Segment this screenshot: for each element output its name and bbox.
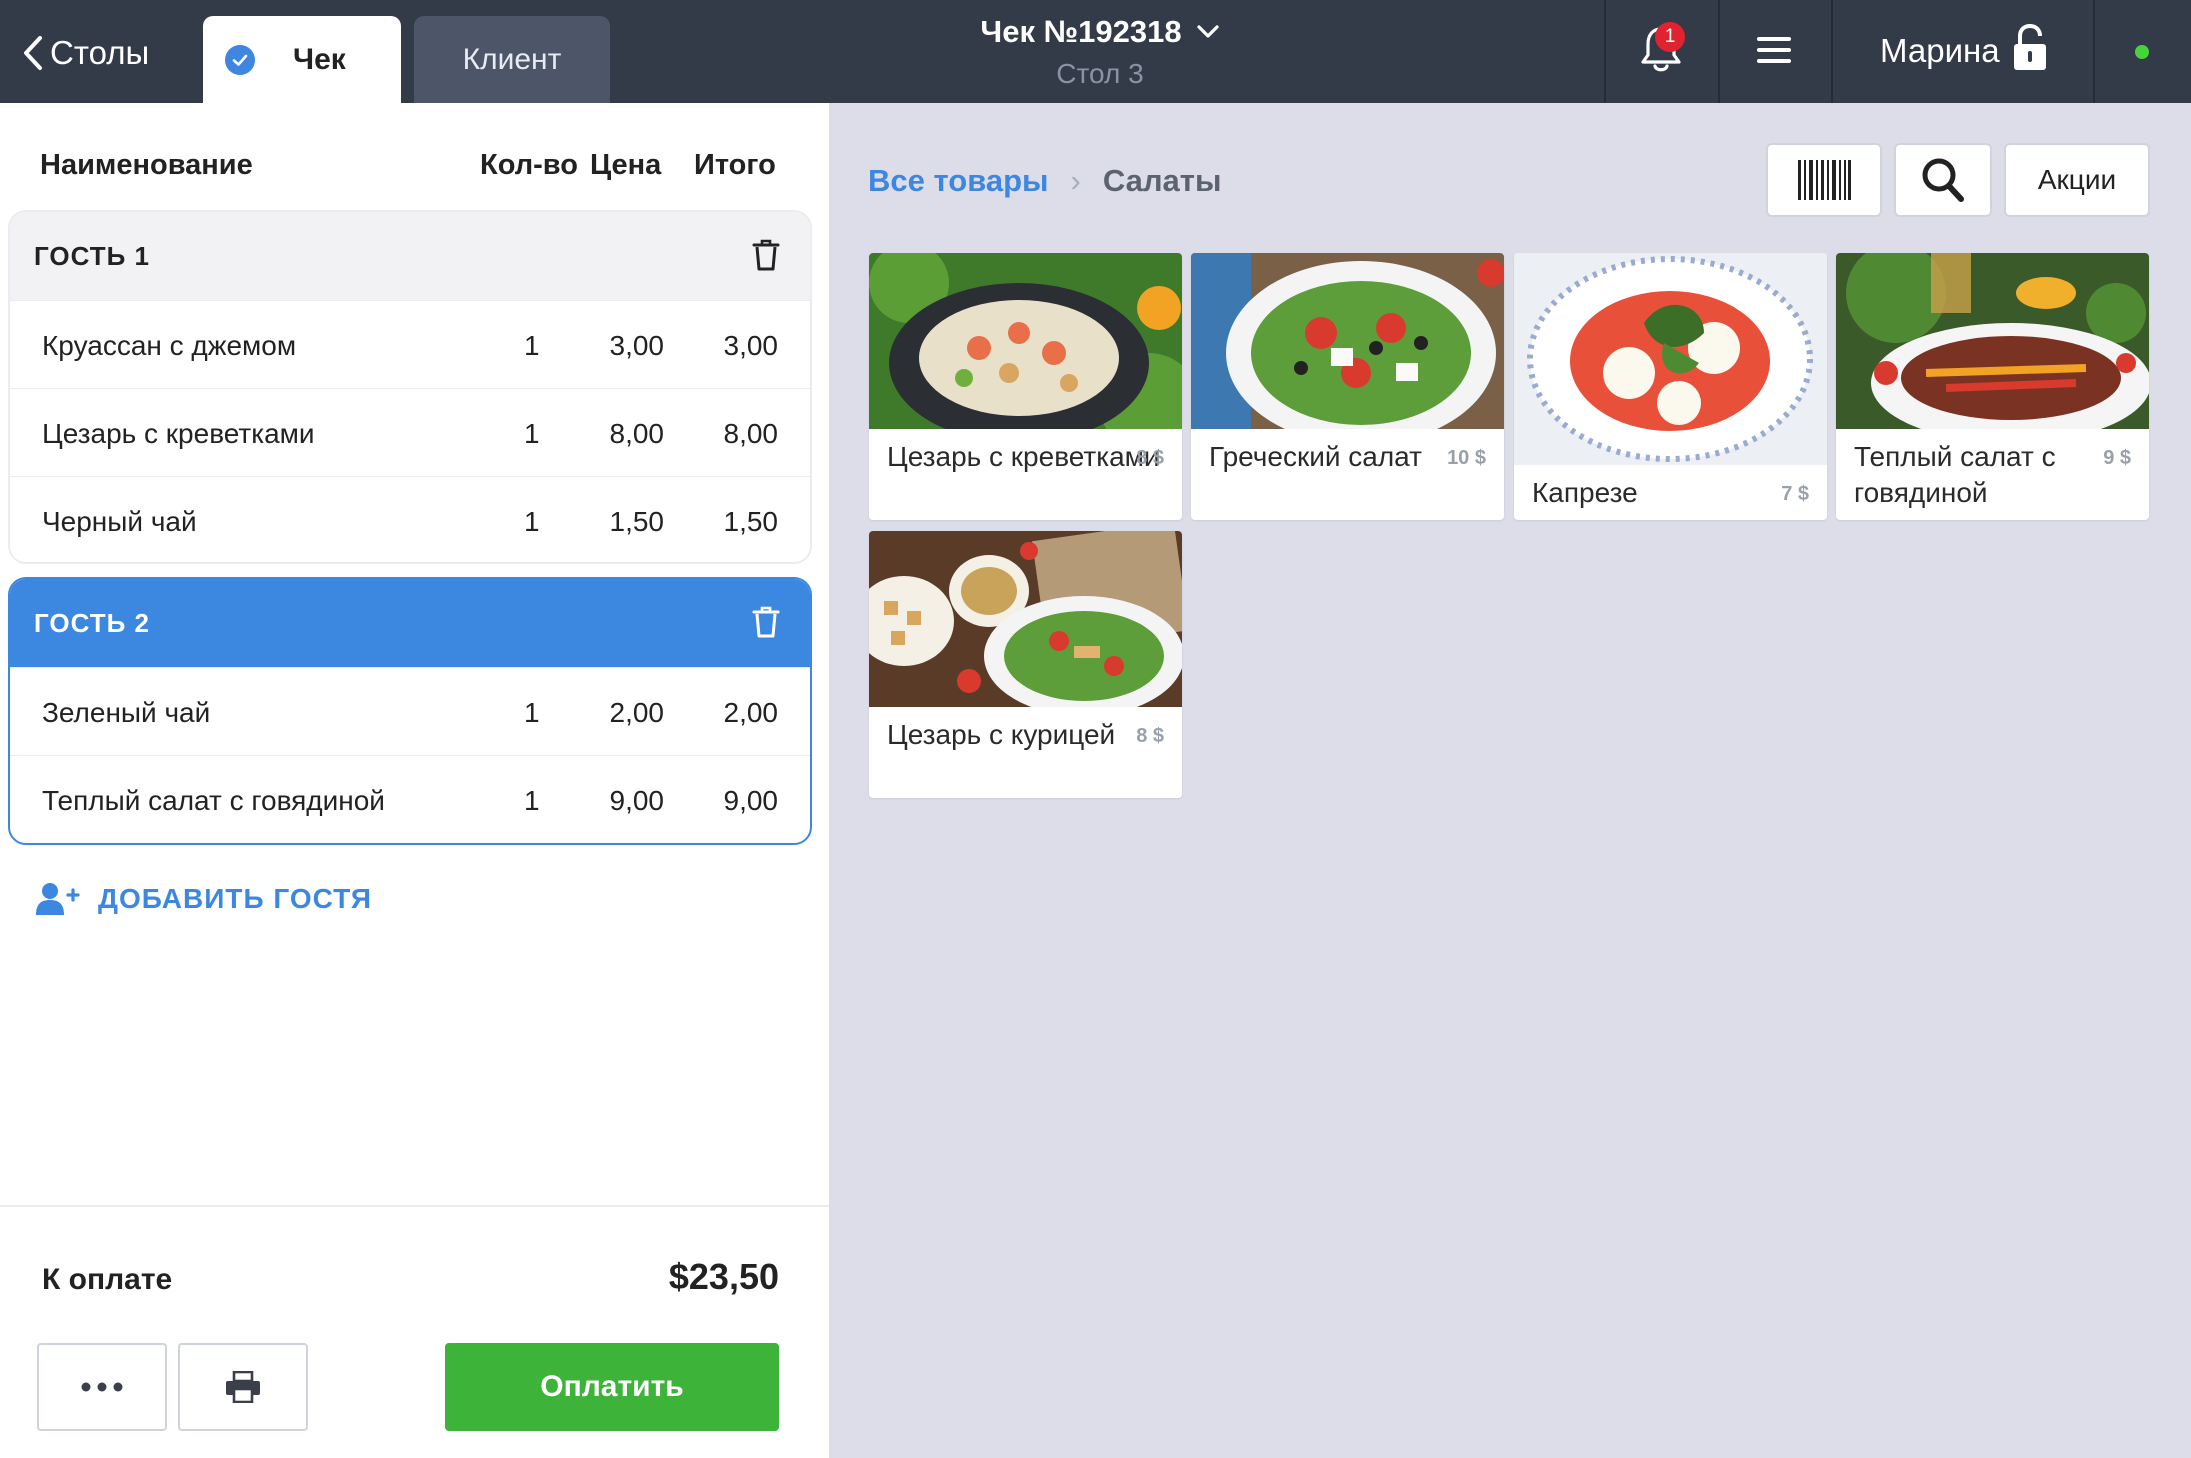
search-icon [1922,158,1964,202]
order-row[interactable]: Цезарь с креветками 1 8,00 8,00 [10,388,810,476]
add-guest-label: ДОБАВИТЬ ГОСТЯ [98,883,373,914]
item-name: Теплый салат с говядиной [42,785,385,816]
tab-client[interactable]: Клиент [414,16,610,103]
check-title-dropdown[interactable]: Чек №192318 Стол 3 [900,14,1300,90]
order-row[interactable]: Черный чай 1 1,50 1,50 [10,476,810,562]
product-image [869,531,1182,716]
guest-group-1[interactable]: ГОСТЬ 1 Круассан с джемом 1 3,00 3,00 Це… [8,210,812,564]
more-options-button[interactable] [37,1343,167,1431]
item-name: Черный чай [42,506,197,537]
guest-label: ГОСТЬ 1 [34,240,151,271]
pay-button[interactable]: Оплатить [445,1343,779,1431]
product-image [1836,253,2149,443]
column-header-price: Цена [590,149,662,181]
check-circle-icon [225,45,255,75]
chevron-left-icon [24,36,42,70]
back-to-tables-button[interactable]: Столы [22,30,149,76]
to-pay-total: $23,50 [668,1256,779,1297]
guest-header[interactable]: ГОСТЬ 2 [10,579,810,667]
top-bar: Столы Чек Клиент Чек №192318 Стол 3 1 Ма… [0,0,2191,103]
barcode-icon [1798,160,1851,200]
online-status-indicator [2135,45,2149,59]
item-price: 8,00 [609,418,665,449]
product-name: Цезарь с креветками [887,441,1160,472]
product-price: 8 $ [1136,447,1164,469]
product-price: 8 $ [1136,725,1164,747]
item-total: 3,00 [723,330,779,361]
print-button[interactable] [178,1343,308,1431]
divider [2093,0,2095,103]
item-total: 9,00 [723,785,779,816]
divider [1718,0,1720,103]
item-price: 1,50 [609,506,665,537]
barcode-scan-button[interactable] [1766,143,1882,217]
guest-group-2[interactable]: ГОСТЬ 2 Зеленый чай 1 2,00 2,00 Теплый с… [8,577,812,845]
column-header-total: Итого [694,149,776,181]
item-price: 2,00 [609,697,665,728]
order-row[interactable]: Зеленый чай 1 2,00 2,00 [10,667,810,755]
back-label: Столы [50,34,150,71]
column-header-name: Наименование [40,149,253,181]
unlocked-lock-icon[interactable] [2012,24,2048,72]
ellipsis-icon [81,1382,123,1392]
product-image [869,253,1182,453]
printer-icon [226,1371,260,1403]
tab-client-label: Клиент [462,42,562,76]
search-button[interactable] [1894,143,1992,217]
order-row[interactable]: Теплый салат с говядиной 1 9,00 9,00 [10,755,810,843]
product-name: Капрезе [1532,477,1638,508]
check-number: Чек №192318 [980,14,1182,49]
item-name: Круассан с джемом [42,330,297,361]
to-pay-label: К оплате [42,1263,173,1296]
product-image [1191,253,1504,445]
column-header-qty: Кол-во [480,149,578,181]
item-name: Зеленый чай [42,697,211,728]
item-price: 9,00 [609,785,665,816]
chevron-down-icon [1196,25,1219,38]
item-qty: 1 [524,785,540,816]
notification-badge: 1 [1655,22,1685,52]
divider [0,1205,829,1207]
tab-check[interactable]: Чек [203,16,401,103]
guest-label: ГОСТЬ 2 [34,607,151,638]
product-card[interactable]: Цезарь с креветками 8 $ [869,253,1182,520]
promotions-button[interactable]: Акции [2004,143,2150,217]
order-panel: Наименование Кол-во Цена Итого ГОСТЬ 1 К… [0,103,829,1458]
product-card[interactable]: Теплый салат с говядиной 9 $ [1836,253,2149,520]
product-price: 9 $ [2103,447,2131,469]
guest-header[interactable]: ГОСТЬ 1 [10,212,810,300]
product-price: 7 $ [1781,483,1809,505]
item-qty: 1 [524,506,540,537]
product-card[interactable]: Цезарь с курицей 8 $ [869,531,1182,798]
divider [1604,0,1606,103]
trash-icon[interactable] [752,605,780,639]
add-guest-button[interactable]: ДОБАВИТЬ ГОСТЯ [36,881,372,917]
user-name[interactable]: Марина [1880,32,2000,70]
product-card[interactable]: Греческий салат 10 $ [1191,253,1504,520]
item-qty: 1 [524,330,540,361]
item-total: 2,00 [723,697,779,728]
trash-icon[interactable] [752,238,780,272]
item-qty: 1 [524,418,540,449]
product-name: Греческий салат [1209,441,1422,472]
product-image [1514,253,1827,465]
table-label: Стол 3 [1056,58,1144,89]
breadcrumb-separator: › [1070,163,1081,198]
product-price: 10 $ [1447,447,1486,469]
item-name: Цезарь с креветками [42,418,315,449]
breadcrumb-all-products[interactable]: Все товары [868,163,1049,199]
item-total: 1,50 [723,506,779,537]
breadcrumb-current: Салаты [1102,163,1222,198]
divider [1831,0,1833,103]
item-total: 8,00 [723,418,779,449]
add-user-icon [36,883,80,915]
hamburger-menu-icon[interactable] [1756,36,1792,64]
item-qty: 1 [524,697,540,728]
tab-check-label: Чек [293,43,346,76]
product-card[interactable]: Капрезе 7 $ [1514,253,1827,520]
item-price: 3,00 [609,330,665,361]
breadcrumb: Все товары › Салаты [868,163,1221,199]
order-row[interactable]: Круассан с джемом 1 3,00 3,00 [10,300,810,388]
product-name: Цезарь с курицей [887,719,1116,750]
